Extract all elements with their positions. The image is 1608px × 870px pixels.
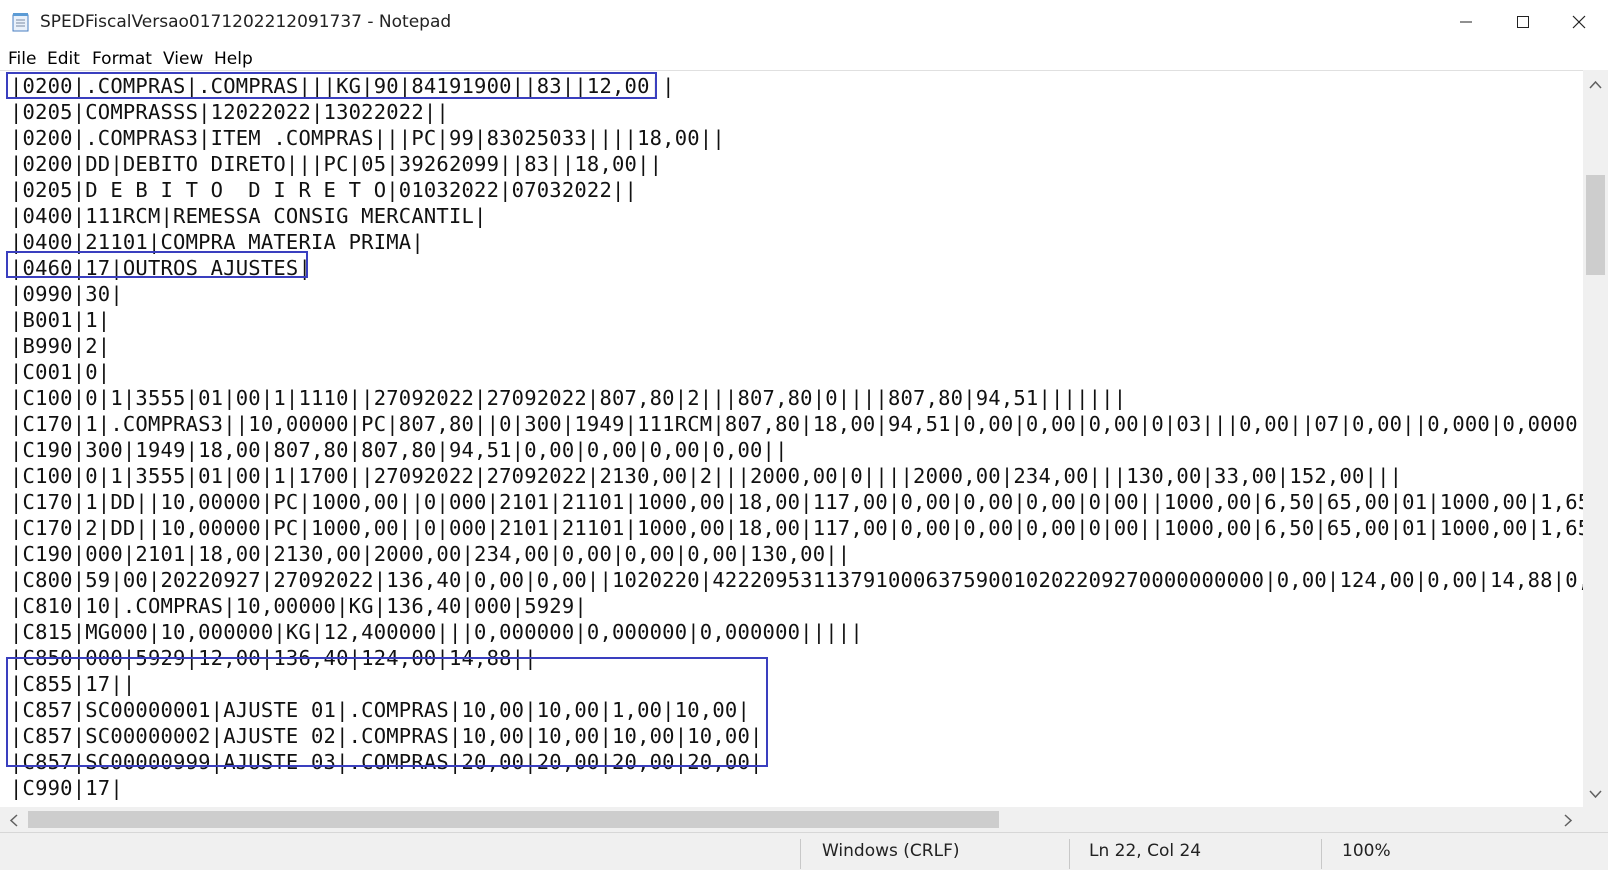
- vertical-scroll-thumb[interactable]: [1586, 175, 1605, 275]
- highlight-box-0460: [6, 251, 308, 278]
- status-divider: [1069, 839, 1070, 869]
- minimize-button[interactable]: [1443, 0, 1489, 44]
- highlight-box-c855-c857: [6, 657, 768, 767]
- line-ending-status: Windows (CRLF): [822, 841, 960, 861]
- text-line[interactable]: |0205|D E B I T O D I R E T O|01032022|0…: [10, 177, 1583, 203]
- window-title: SPEDFiscalVersao0171202212091737 - Notep…: [40, 12, 452, 32]
- text-line[interactable]: |C170|1|DD||10,00000|PC|1000,00||0|000|2…: [10, 489, 1583, 515]
- menu-view[interactable]: View: [163, 49, 203, 69]
- text-line[interactable]: |C100|0|1|3555|01|00|1|1700||27092022|27…: [10, 463, 1583, 489]
- text-line[interactable]: |B990|2|: [10, 333, 1583, 359]
- menu-bar: File Edit Format View Help: [0, 44, 1608, 70]
- maximize-icon: [1517, 16, 1529, 28]
- horizontal-scrollbar[interactable]: [0, 807, 1583, 832]
- text-line[interactable]: |0205|COMPRASSS|12022022|13022022||: [10, 99, 1583, 125]
- status-divider: [800, 839, 801, 869]
- status-divider: [1321, 839, 1322, 869]
- text-line[interactable]: |B001|1|: [10, 307, 1583, 333]
- zoom-status: 100%: [1342, 841, 1391, 861]
- text-line[interactable]: |C100|0|1|3555|01|00|1|1110||27092022|27…: [10, 385, 1583, 411]
- text-line[interactable]: |0200|.COMPRAS3|ITEM .COMPRAS|||PC|99|83…: [10, 125, 1583, 151]
- notepad-icon: [12, 12, 30, 32]
- menu-file[interactable]: File: [8, 49, 36, 69]
- vertical-scrollbar[interactable]: [1583, 70, 1608, 807]
- text-line[interactable]: |C190|300|1949|18,00|807,80|807,80|94,51…: [10, 437, 1583, 463]
- horizontal-scroll-thumb[interactable]: [28, 811, 999, 828]
- highlight-box-0200: [6, 72, 657, 99]
- text-line[interactable]: |C170|1|.COMPRAS3||10,00000|PC|807,80||0…: [10, 411, 1583, 437]
- menu-edit[interactable]: Edit: [47, 49, 80, 69]
- maximize-button[interactable]: [1500, 0, 1546, 44]
- text-line[interactable]: |C815|MG000|10,000000|KG|12,400000|||0,0…: [10, 619, 1583, 645]
- scrollbar-corner: [1583, 807, 1608, 832]
- chevron-up-icon[interactable]: [1589, 78, 1602, 93]
- chevron-left-icon[interactable]: [9, 814, 18, 831]
- chevron-down-icon[interactable]: [1589, 788, 1602, 803]
- text-line[interactable]: |C990|17|: [10, 775, 1583, 801]
- text-line[interactable]: |C800|59|00|20220927|27092022|136,40|0,0…: [10, 567, 1583, 593]
- text-line[interactable]: |0400|111RCM|REMESSA CONSIG MERCANTIL|: [10, 203, 1583, 229]
- text-line[interactable]: |0200|DD|DEBITO DIRETO|||PC|05|39262099|…: [10, 151, 1583, 177]
- status-bar: Windows (CRLF) Ln 22, Col 24 100%: [0, 832, 1608, 870]
- menu-help[interactable]: Help: [214, 49, 253, 69]
- close-button[interactable]: [1556, 0, 1602, 44]
- text-line[interactable]: |0990|30|: [10, 281, 1583, 307]
- chevron-right-icon[interactable]: [1564, 814, 1573, 831]
- text-editor[interactable]: |0200|.COMPRAS|.COMPRAS|||KG|90|84191900…: [0, 70, 1583, 808]
- text-line[interactable]: |C190|000|2101|18,00|2130,00|2000,00|234…: [10, 541, 1583, 567]
- minimize-icon: [1460, 21, 1472, 23]
- menu-format[interactable]: Format: [92, 49, 152, 69]
- cursor-position-status: Ln 22, Col 24: [1089, 841, 1202, 861]
- text-line[interactable]: |C170|2|DD||10,00000|PC|1000,00||0|000|2…: [10, 515, 1583, 541]
- text-line[interactable]: |C810|10|.COMPRAS|10,00000|KG|136,40|000…: [10, 593, 1583, 619]
- text-line[interactable]: |C001|0|: [10, 359, 1583, 385]
- title-bar[interactable]: SPEDFiscalVersao0171202212091737 - Notep…: [0, 0, 1608, 44]
- close-icon: [1572, 15, 1586, 29]
